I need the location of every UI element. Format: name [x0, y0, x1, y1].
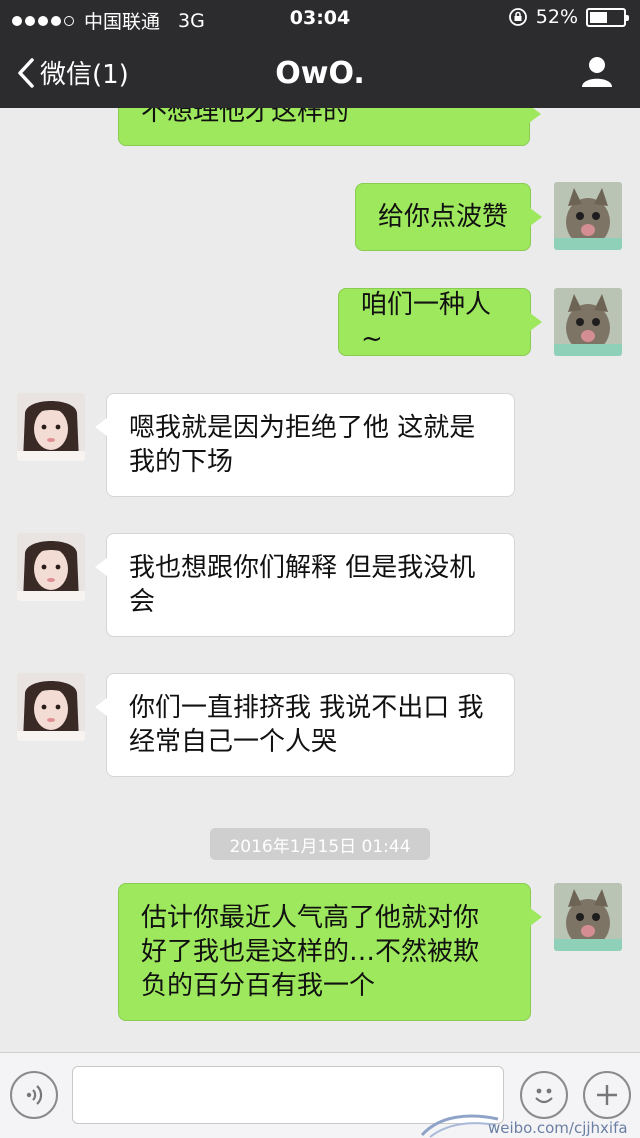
kitten-avatar-image [554, 288, 622, 356]
message-bubble[interactable]: 估计你最近人气高了他就对你 好了我也是这样的…不然被欺 负的百分百有我一个 [118, 883, 542, 1021]
girl-avatar-image [17, 393, 85, 461]
kitten-avatar-image [554, 883, 622, 951]
girl-avatar-image [17, 533, 85, 601]
message-bubble[interactable]: 咱们一种人~ [338, 288, 542, 356]
message-bubble[interactable]: 不想理他才这样的 [118, 108, 541, 146]
status-bar: 中国联通 3G 03:04 52% [0, 0, 640, 36]
voice-icon [26, 1085, 43, 1105]
profile-icon[interactable] [580, 54, 614, 88]
my-avatar[interactable] [554, 182, 622, 250]
rotation-lock-icon [508, 8, 527, 26]
plus-icon [597, 1085, 617, 1105]
contact-avatar[interactable] [17, 533, 85, 601]
battery-percent: 52% [535, 6, 578, 28]
message-bubble[interactable]: 我也想跟你们解释 但是我没机 会 [95, 533, 515, 637]
top-bar: 中国联通 3G 03:04 52% 微信(1) OwO. [0, 0, 640, 108]
my-avatar[interactable] [554, 883, 622, 951]
message-bubble[interactable]: 你们一直排挤我 我说不出口 我 经常自己一个人哭 [95, 673, 515, 777]
more-button[interactable] [583, 1071, 631, 1119]
voice-button[interactable] [10, 1071, 58, 1119]
message-bubble[interactable]: 嗯我就是因为拒绝了他 这就是 我的下场 [95, 393, 515, 497]
message-bubble[interactable]: 给你点波赞 [355, 183, 542, 251]
emoji-button[interactable] [520, 1071, 568, 1119]
watermark-text: weibo.com/cjjhxifa [488, 1119, 628, 1137]
contact-avatar[interactable] [17, 673, 85, 741]
timestamp-divider: 2016年1月15日 01:44 [210, 828, 430, 860]
battery-area: 52% [508, 6, 629, 28]
input-bar: weibo.com/cjjhxifa [0, 1052, 640, 1138]
my-avatar[interactable] [554, 288, 622, 356]
kitten-avatar-image [554, 182, 622, 250]
chat-area[interactable]: 不想理他才这样的 给你点波赞 咱们一种人~ 嗯我就是因为拒绝了他 这就是 我的下… [0, 108, 640, 1052]
battery-icon [586, 7, 629, 27]
girl-avatar-image [17, 673, 85, 741]
chat-title: OwO. [275, 56, 365, 91]
contact-avatar[interactable] [17, 393, 85, 461]
nav-bar: 微信(1) OwO. [0, 36, 640, 108]
smiley-icon [535, 1088, 553, 1104]
